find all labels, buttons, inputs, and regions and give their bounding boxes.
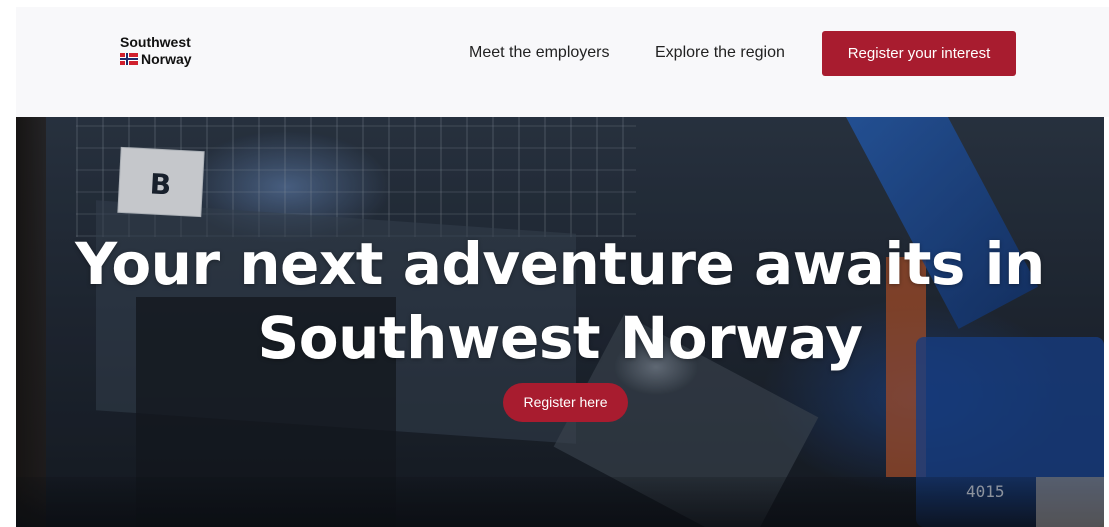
norway-flag-icon: [120, 53, 138, 65]
hero-section: B 4015 Your next adventure awaits in Sou…: [16, 117, 1104, 527]
hero-title-line-2: Southwest Norway: [257, 304, 863, 372]
logo-line-2: Norway: [120, 51, 192, 68]
hero-title: Your next adventure awaits in Southwest …: [16, 227, 1104, 375]
logo-line-2-text: Norway: [141, 51, 192, 67]
register-interest-button[interactable]: Register your interest: [822, 31, 1016, 76]
hero-title-line-1: Your next adventure awaits in: [75, 230, 1045, 298]
register-here-button[interactable]: Register here: [503, 383, 628, 422]
site-logo[interactable]: Southwest Norway: [120, 34, 192, 68]
page: Southwest Norway Meet the employers Expl…: [0, 0, 1109, 527]
nav-meet-employers[interactable]: Meet the employers: [469, 44, 610, 62]
site-header: Southwest Norway Meet the employers Expl…: [16, 7, 1109, 117]
nav-explore-region[interactable]: Explore the region: [655, 44, 785, 62]
logo-line-1: Southwest: [120, 34, 191, 50]
